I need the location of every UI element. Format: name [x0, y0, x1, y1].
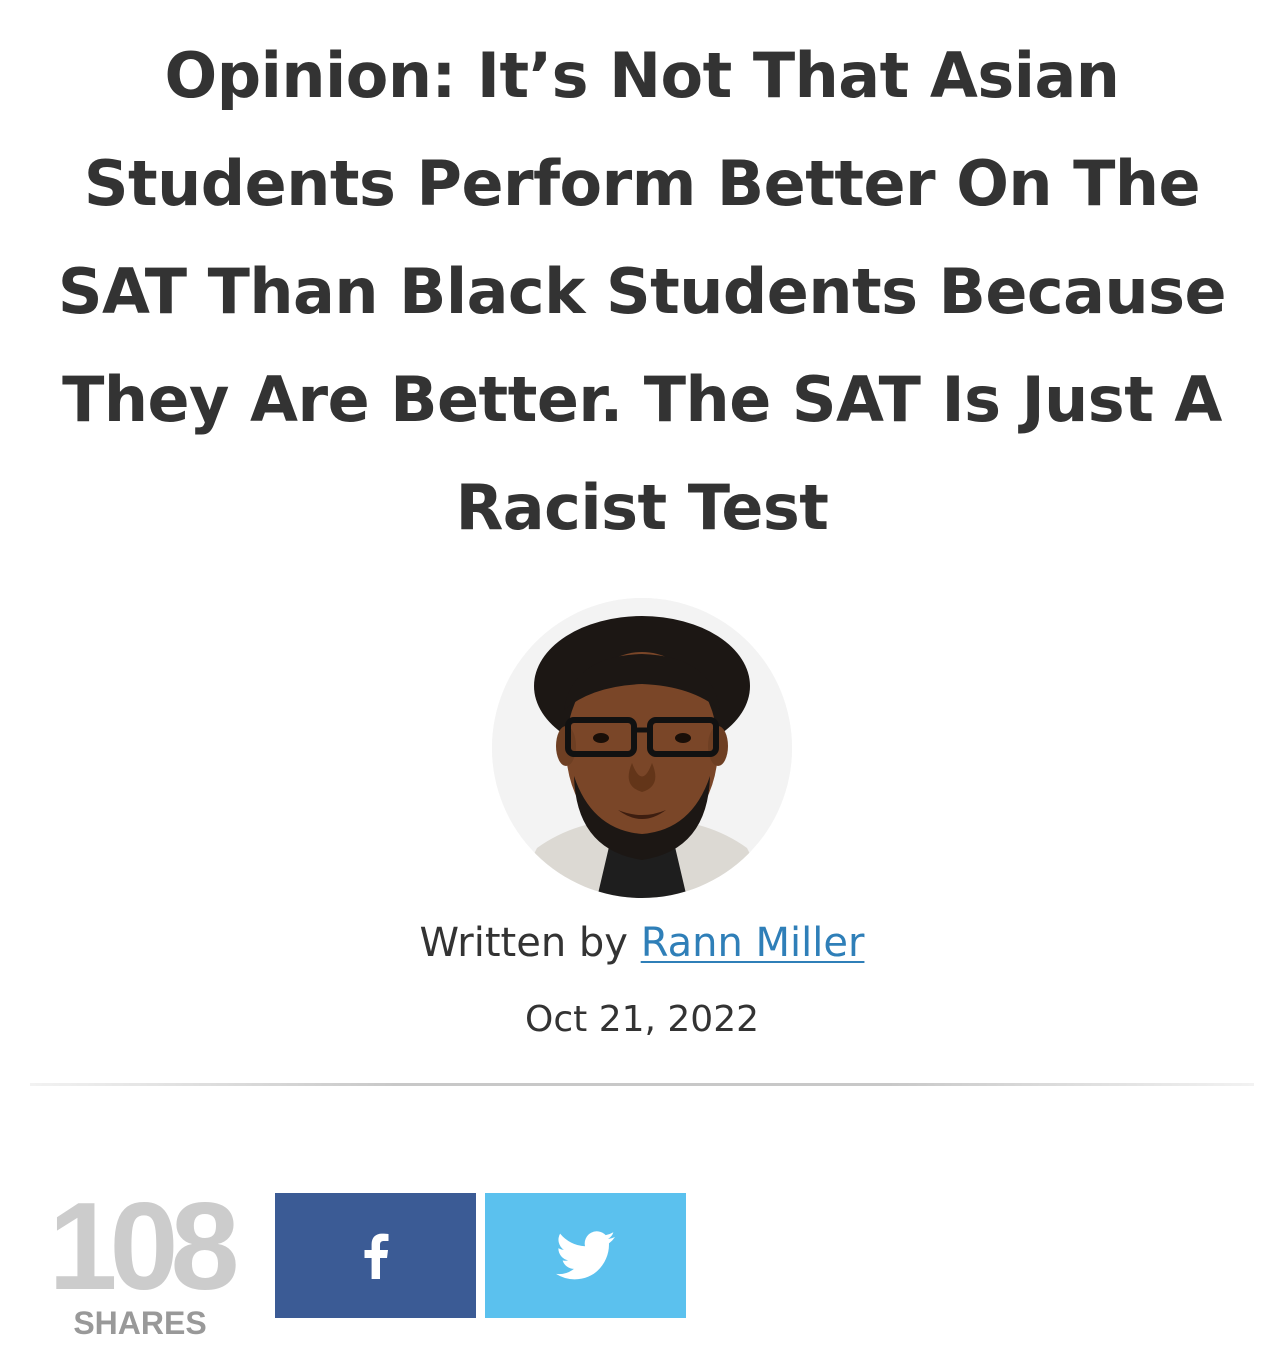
- byline: Written by Rann Miller: [0, 915, 1284, 971]
- facebook-share-button[interactable]: [275, 1193, 476, 1318]
- twitter-share-button[interactable]: [485, 1193, 686, 1318]
- article-title: Opinion: It’s Not That Asian Students Pe…: [57, 39, 1227, 544]
- publish-date: Oct 21, 2022: [525, 999, 759, 1040]
- facebook-icon: [364, 1233, 388, 1279]
- author-link[interactable]: Rann Miller: [641, 920, 865, 966]
- author-photo: [492, 598, 792, 898]
- divider: [30, 1083, 1254, 1086]
- share-count: 108: [48, 1178, 240, 1316]
- twitter-icon: [555, 1230, 615, 1279]
- share-counter: 108 SHARES: [30, 1185, 250, 1341]
- byline-prefix: Written by: [419, 920, 628, 966]
- author-avatar: [492, 598, 792, 898]
